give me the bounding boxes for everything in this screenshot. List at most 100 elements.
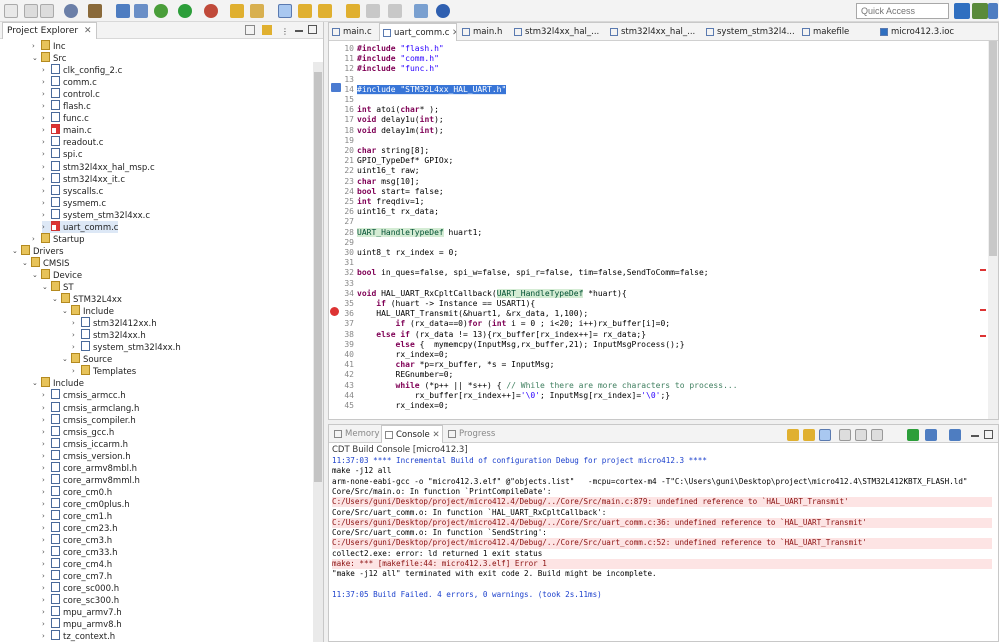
external-tools-icon[interactable]	[204, 4, 218, 18]
tree-file[interactable]: › control.c	[42, 88, 100, 100]
tree-file[interactable]: › core_cm4.h	[42, 558, 112, 570]
expand-toggle-icon[interactable]: ›	[42, 389, 51, 401]
expand-toggle-icon[interactable]: ⌄	[22, 257, 31, 269]
tree-file[interactable]: › spi.c	[42, 148, 83, 160]
close-icon[interactable]: ✕	[430, 430, 439, 440]
expand-toggle-icon[interactable]: ⌄	[32, 269, 41, 281]
expand-toggle-icon[interactable]: ⌄	[32, 52, 41, 64]
expand-toggle-icon[interactable]: ›	[42, 100, 51, 112]
tree-folder[interactable]: ⌄ Include	[32, 377, 84, 389]
expand-toggle-icon[interactable]: ›	[72, 365, 81, 377]
expand-toggle-icon[interactable]: ›	[42, 474, 51, 486]
tree-folder[interactable]: ⌄ Src	[32, 52, 66, 64]
code-line[interactable]: bool in_ques=false, spi_w=false, spi_r=f…	[357, 268, 709, 278]
code-line[interactable]: if (rx_data==0)for (int i = 0 ; i<20; i+…	[357, 319, 671, 329]
expand-toggle-icon[interactable]: ›	[72, 329, 81, 341]
expand-toggle-icon[interactable]: ›	[42, 546, 51, 558]
word-wrap-icon[interactable]	[819, 429, 831, 441]
perspective-cc-icon[interactable]	[972, 3, 988, 19]
expand-toggle-icon[interactable]: ›	[42, 570, 51, 582]
code-line[interactable]: uint16_t raw;	[357, 166, 420, 176]
editor-tab[interactable]: micro412.3.ioc	[877, 23, 997, 41]
project-explorer-tab[interactable]: Project Explorer ✕	[2, 22, 97, 39]
tree-file[interactable]: › cmsis_gcc.h	[42, 425, 114, 438]
save-icon[interactable]	[24, 4, 38, 18]
code-line[interactable]: uint16_t rx_data;	[357, 207, 439, 217]
expand-toggle-icon[interactable]: ›	[42, 450, 51, 462]
tree-file[interactable]: › clk_config_2.c	[42, 64, 122, 76]
tree-file[interactable]: › mpu_armv7.h	[42, 606, 122, 618]
code-line[interactable]: rx_index=0;	[357, 401, 449, 411]
tree-file[interactable]: › system_stm32l4xx.c	[42, 208, 150, 221]
explorer-scrollbar-thumb[interactable]	[314, 72, 322, 482]
editor-tab[interactable]: main.c	[329, 23, 377, 41]
expand-toggle-icon[interactable]: ›	[42, 64, 51, 76]
tree-file[interactable]: › syscalls.c	[42, 184, 103, 197]
open-folder-icon[interactable]	[230, 4, 244, 18]
expand-toggle-icon[interactable]: ›	[42, 522, 51, 534]
back-icon[interactable]	[346, 4, 360, 18]
tree-file[interactable]: › flash.c	[42, 100, 91, 112]
tree-file[interactable]: › main.c	[42, 124, 92, 136]
expand-toggle-icon[interactable]: ›	[42, 510, 51, 522]
tree-file[interactable]: › stm32l4xx.h	[72, 329, 146, 341]
code-line[interactable]: #include "comm.h"	[357, 54, 439, 64]
tree-file[interactable]: › core_cm0.h	[42, 485, 112, 498]
tree-file[interactable]: › cmsis_iccarm.h	[42, 437, 128, 450]
expand-toggle-icon[interactable]: ›	[42, 161, 51, 173]
tree-file[interactable]: › core_cm0plus.h	[42, 497, 130, 510]
code-line[interactable]: int atoi(char* );	[357, 105, 439, 115]
minimize-icon[interactable]	[295, 30, 303, 32]
tree-file[interactable]: › comm.c	[42, 76, 97, 88]
code-line[interactable]: #include "flash.h"	[357, 44, 444, 54]
tree-file[interactable]: › func.c	[42, 112, 89, 124]
tree-file[interactable]: › readout.c	[42, 136, 103, 148]
tree-folder[interactable]: ⌄ CMSIS	[22, 256, 70, 269]
expand-toggle-icon[interactable]: ⌄	[52, 293, 61, 305]
code-line[interactable]: char string[8];	[357, 146, 429, 156]
view-menu-icon[interactable]: ⋮	[281, 27, 289, 36]
tree-folder[interactable]: ⌄ Drivers	[12, 244, 64, 257]
expand-toggle-icon[interactable]: ⌄	[42, 281, 51, 293]
tree-file[interactable]: › core_sc000.h	[42, 582, 119, 594]
settings-icon[interactable]	[64, 4, 78, 18]
tree-file[interactable]: › stm32l4xx_it.c	[42, 172, 125, 185]
expand-toggle-icon[interactable]: ›	[32, 40, 41, 52]
link-editor-icon[interactable]	[262, 25, 272, 35]
expand-toggle-icon[interactable]: ›	[42, 582, 51, 594]
prev-annotation-icon[interactable]	[318, 4, 332, 18]
tree-file[interactable]: › cmsis_armcc.h	[42, 389, 126, 401]
toggle-mark-icon[interactable]	[278, 4, 292, 18]
show-console-error-icon[interactable]	[839, 429, 851, 441]
tree-file[interactable]: › core_cm7.h	[42, 570, 112, 582]
expand-toggle-icon[interactable]: ›	[42, 414, 51, 426]
expand-toggle-icon[interactable]: ›	[42, 209, 51, 221]
code-line[interactable]: else { mymemcpy(InputMsg,rx_buffer,21); …	[357, 340, 685, 350]
forward-icon[interactable]	[366, 4, 380, 18]
collapse-all-icon[interactable]	[245, 25, 255, 35]
search-pen-icon[interactable]	[250, 4, 264, 18]
close-icon[interactable]: ✕	[84, 26, 92, 36]
code-line[interactable]: GPIO_TypeDef* GPIOx;	[357, 156, 453, 166]
tree-file[interactable]: › tz_context.h	[42, 630, 115, 642]
close-icon[interactable]: ✕	[449, 28, 456, 38]
editor-tab[interactable]: makefile	[799, 23, 875, 41]
tree-folder[interactable]: ⌄ Device	[32, 268, 82, 281]
tree-file[interactable]: › stm32l4xx_hal_msp.c	[42, 160, 155, 173]
tree-file[interactable]: › stm32l412xx.h	[72, 317, 157, 329]
expand-toggle-icon[interactable]: ›	[42, 88, 51, 100]
expand-toggle-icon[interactable]: ›	[42, 534, 51, 546]
display-console-icon[interactable]	[925, 429, 937, 441]
overview-error-mark[interactable]	[980, 269, 986, 271]
tree-file[interactable]: › core_cm33.h	[42, 546, 118, 558]
expand-toggle-icon[interactable]: ›	[72, 317, 81, 329]
editor-tab[interactable]: uart_comm.c ✕	[379, 23, 457, 41]
expand-toggle-icon[interactable]: ⌄	[12, 245, 21, 257]
editor-tab[interactable]: stm32l4xx_hal_...	[607, 23, 701, 41]
explorer-scrollbar[interactable]	[313, 62, 323, 642]
expand-toggle-icon[interactable]: ⌄	[62, 353, 71, 365]
overview-error-mark[interactable]	[980, 309, 986, 311]
code-line[interactable]: rx_index=0;	[357, 350, 449, 360]
info-icon[interactable]	[436, 4, 450, 18]
editor-tab[interactable]: stm32l4xx_hal_...	[511, 23, 605, 41]
